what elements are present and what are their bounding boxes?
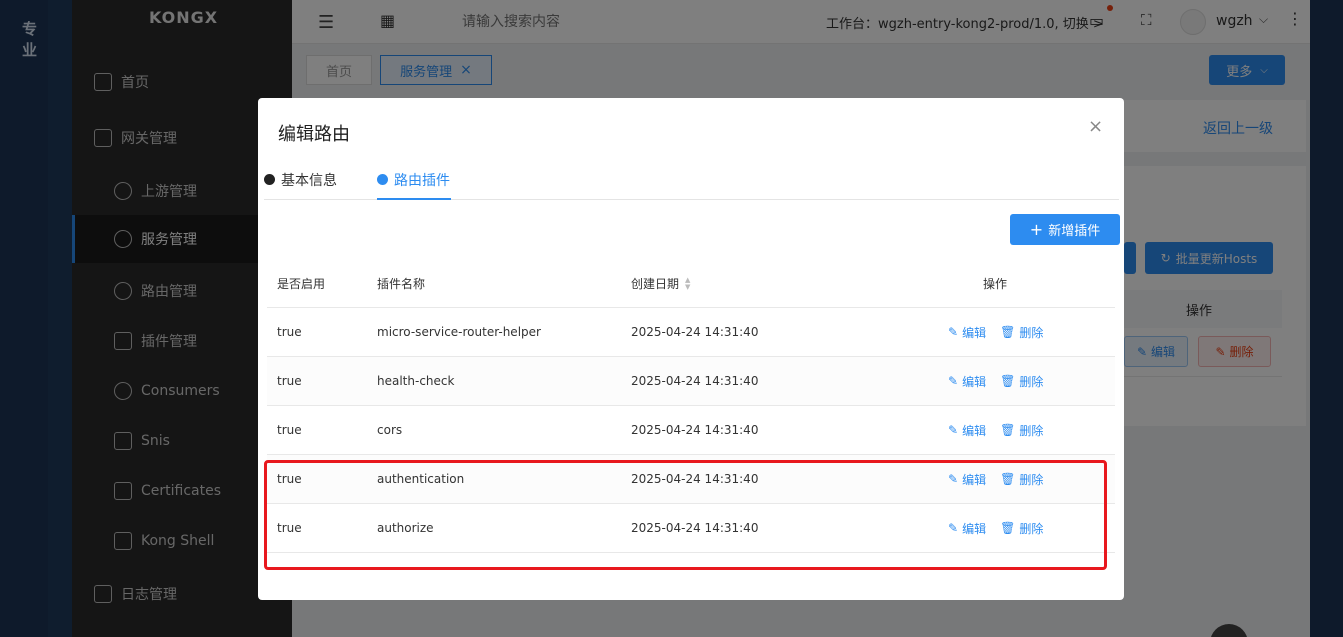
cell-created: 2025-04-24 14:31:40 bbox=[631, 325, 759, 339]
table-header: 是否启用 插件名称 创建日期 ▲ ▼ 操作 bbox=[267, 260, 1115, 308]
cell-enabled: true bbox=[277, 374, 302, 388]
check-circle-icon bbox=[377, 174, 388, 185]
trash-icon: 🗑 bbox=[1000, 325, 1016, 339]
edit-label: 编辑 bbox=[962, 374, 987, 389]
trash-icon: 🗑 bbox=[1000, 423, 1016, 437]
close-icon[interactable]: × bbox=[1088, 116, 1103, 137]
modal-tabs: 基本信息 路由插件 bbox=[264, 160, 1119, 200]
delete-label: 删除 bbox=[1019, 423, 1044, 438]
highlight-box bbox=[264, 460, 1107, 570]
delete-button[interactable]: 🗑 删除 bbox=[1000, 422, 1043, 439]
edit-button[interactable]: ✎ 编辑 bbox=[948, 324, 986, 341]
cell-actions: ✎ 编辑 🗑 删除 bbox=[948, 357, 1088, 405]
delete-label: 删除 bbox=[1019, 325, 1044, 340]
cell-plugin-name: health-check bbox=[377, 374, 455, 388]
table-row: true health-check 2025-04-24 14:31:40 ✎ 编… bbox=[267, 357, 1115, 406]
edit-button[interactable]: ✎ 编辑 bbox=[948, 422, 986, 439]
cell-plugin-name: micro-service-router-helper bbox=[377, 325, 541, 339]
edit-icon: ✎ bbox=[948, 423, 959, 437]
cell-actions: ✎ 编辑 🗑 删除 bbox=[948, 308, 1088, 356]
table-row: true micro-service-router-helper 2025-04… bbox=[267, 308, 1115, 357]
cell-enabled: true bbox=[277, 325, 302, 339]
delete-button[interactable]: 🗑 删除 bbox=[1000, 373, 1043, 390]
info-icon bbox=[264, 174, 275, 185]
column-actions: 操作 bbox=[983, 277, 1008, 291]
edit-icon: ✎ bbox=[948, 374, 959, 388]
cell-enabled: true bbox=[277, 423, 302, 437]
column-created-label: 创建日期 bbox=[631, 277, 680, 291]
cell-created: 2025-04-24 14:31:40 bbox=[631, 423, 759, 437]
modal-title: 编辑路由 bbox=[278, 124, 350, 145]
column-plugin-name: 插件名称 bbox=[377, 277, 426, 291]
column-created[interactable]: 创建日期 ▲ ▼ bbox=[631, 260, 690, 307]
edit-label: 编辑 bbox=[962, 423, 987, 438]
cell-actions: ✎ 编辑 🗑 删除 bbox=[948, 406, 1088, 454]
table-row: true cors 2025-04-24 14:31:40 ✎ 编辑 🗑 删除 bbox=[267, 406, 1115, 455]
cell-created: 2025-04-24 14:31:40 bbox=[631, 374, 759, 388]
edit-label: 编辑 bbox=[962, 325, 987, 340]
add-plugin-button[interactable]: + 新增插件 bbox=[1010, 214, 1120, 245]
tab-label: 路由插件 bbox=[394, 173, 450, 189]
delete-label: 删除 bbox=[1019, 374, 1044, 389]
tab-route-plugins[interactable]: 路由插件 bbox=[377, 170, 451, 200]
column-enabled: 是否启用 bbox=[277, 277, 326, 291]
tab-label: 基本信息 bbox=[281, 173, 337, 189]
delete-button[interactable]: 🗑 删除 bbox=[1000, 324, 1043, 341]
trash-icon: 🗑 bbox=[1000, 374, 1016, 388]
cell-plugin-name: cors bbox=[377, 423, 403, 437]
plus-icon: + bbox=[1029, 220, 1044, 239]
add-plugin-label: 新增插件 bbox=[1048, 224, 1101, 239]
edit-icon: ✎ bbox=[948, 325, 959, 339]
edit-button[interactable]: ✎ 编辑 bbox=[948, 373, 986, 390]
tab-basic-info[interactable]: 基本信息 bbox=[264, 170, 337, 200]
sort-icon[interactable]: ▲ ▼ bbox=[685, 276, 690, 291]
